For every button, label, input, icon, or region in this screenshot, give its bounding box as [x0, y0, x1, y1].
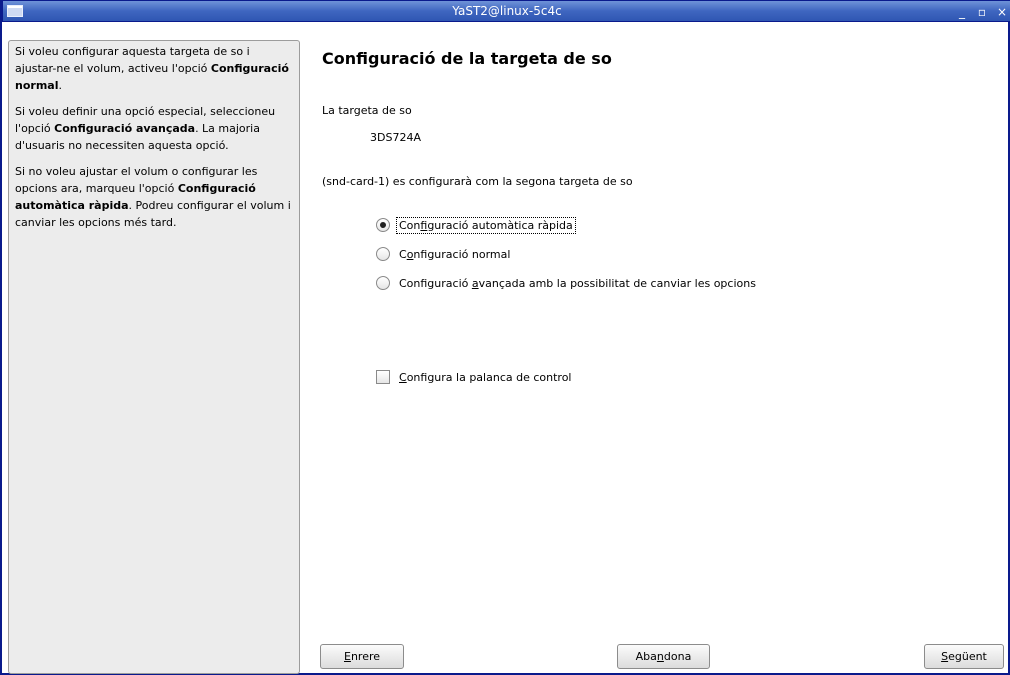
- radio-button-selected[interactable]: [376, 218, 390, 232]
- radio-label[interactable]: Configuració automàtica ràpida: [396, 216, 576, 234]
- joystick-checkbox-row[interactable]: Configura la palanca de control: [376, 368, 573, 386]
- radio-normal-config[interactable]: Configuració normal: [376, 245, 512, 263]
- close-icon[interactable]: ×: [995, 3, 1009, 21]
- help-paragraph: Si voleu definir una opció especial, sel…: [15, 105, 276, 152]
- joystick-checkbox[interactable]: [376, 370, 390, 384]
- help-paragraph: Si no voleu ajustar el volum o configura…: [15, 165, 291, 229]
- title-bar[interactable]: YaST2@linux-5c4c _ ▫ ×: [2, 0, 1010, 22]
- help-panel[interactable]: Si voleu configurar aquesta targeta de s…: [8, 40, 300, 674]
- checkbox-label[interactable]: Configura la palanca de control: [397, 370, 573, 385]
- window-title: YaST2@linux-5c4c: [452, 4, 562, 18]
- next-button[interactable]: Següent: [924, 644, 1004, 669]
- radio-label[interactable]: Configuració avançada amb la possibilita…: [397, 276, 758, 291]
- abort-button[interactable]: Aba n dona: [617, 644, 710, 669]
- radio-button[interactable]: [376, 276, 390, 290]
- sound-card-name: 3DS724A: [370, 131, 421, 144]
- radio-quick-auto-config[interactable]: Configuració automàtica ràpida: [376, 216, 576, 234]
- back-button[interactable]: Enrere: [320, 644, 404, 669]
- main-content: Configuració de la targeta de so La targ…: [320, 40, 1010, 674]
- sound-card-label: La targeta de so: [322, 104, 412, 117]
- radio-advanced-config[interactable]: Configuració avançada amb la possibilita…: [376, 274, 758, 292]
- config-note: (snd-card-1) es configurarà com la segon…: [322, 175, 633, 188]
- minimize-icon[interactable]: _: [955, 3, 969, 21]
- maximize-icon[interactable]: ▫: [975, 3, 989, 21]
- help-paragraph: Si voleu configurar aquesta targeta de s…: [15, 45, 289, 92]
- yast-window: YaST2@linux-5c4c _ ▫ × Si voleu configur…: [0, 0, 1010, 675]
- window-controls: _ ▫ ×: [955, 3, 1009, 21]
- page-title: Configuració de la targeta de so: [322, 49, 612, 68]
- radio-label[interactable]: Configuració normal: [397, 247, 512, 262]
- radio-button[interactable]: [376, 247, 390, 261]
